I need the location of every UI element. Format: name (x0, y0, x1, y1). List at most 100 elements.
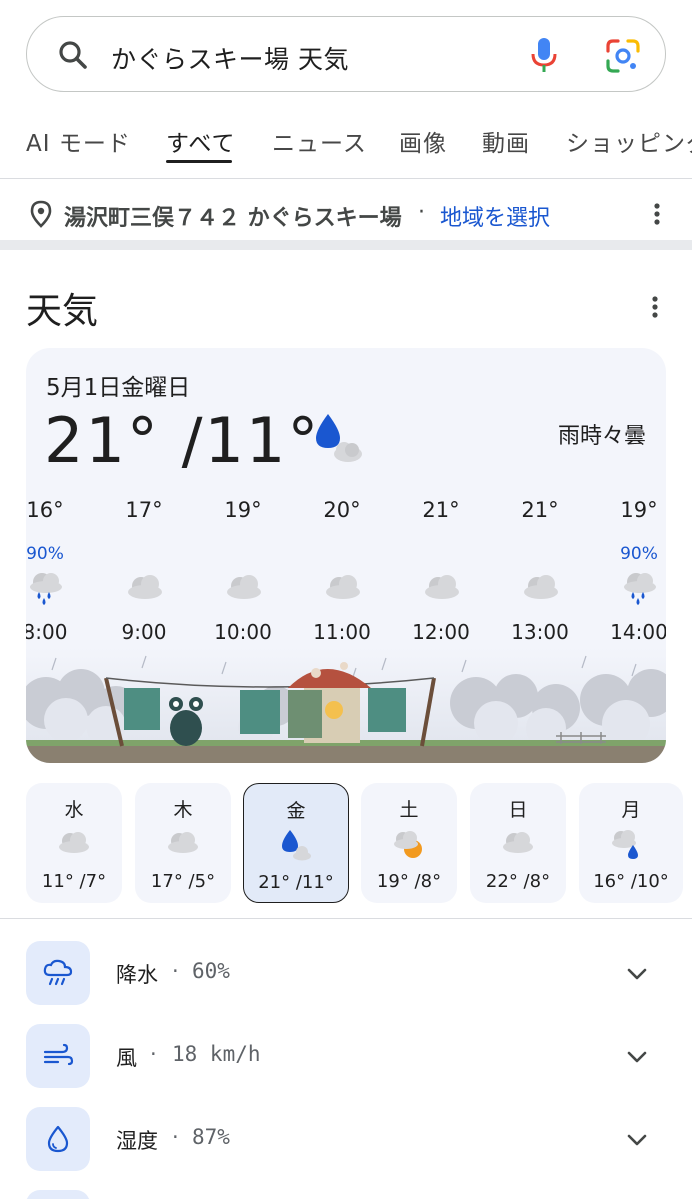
weather-illustration (26, 648, 666, 763)
hour-column[interactable]: 19° 10:00 (198, 498, 288, 648)
detail-separator: · (172, 1125, 179, 1149)
chevron-down-icon[interactable] (626, 1129, 648, 1151)
day-tile-selected[interactable]: 金 21° /11° (243, 783, 349, 903)
hour-temp: 19° (224, 498, 262, 522)
day-name: 金 (286, 800, 306, 822)
select-region-link[interactable]: 地域を選択 (440, 200, 550, 232)
condition-text: 雨時々曇 (558, 424, 647, 449)
hour-precip: 90% (620, 544, 658, 564)
hour-time: 11:00 (313, 620, 371, 644)
more-options-icon[interactable] (646, 200, 668, 228)
day-name: 日 (508, 799, 528, 821)
detail-value: 60% (192, 959, 230, 983)
rain-drop-cloud-icon (282, 830, 311, 861)
cloud-drop-icon (612, 830, 638, 859)
hour-column[interactable]: 19° 90% 14:00 (594, 498, 666, 648)
day-temp-range: 17° /5° (150, 871, 216, 892)
hour-column[interactable]: 17° 9:00 (99, 498, 189, 648)
chevron-down-icon[interactable] (626, 963, 648, 985)
hour-temp: 19° (620, 498, 658, 522)
day-tile[interactable]: 月 16° /10° (579, 783, 683, 903)
humidity-icon (47, 1125, 69, 1153)
temperature-range: 21° /11° (44, 404, 321, 477)
detail-row-humidity[interactable]: 湿度 · 87% (0, 1107, 692, 1173)
hour-time: 9:00 (121, 620, 167, 644)
day-temp-range: 19° /8° (376, 871, 442, 892)
cloud-icon (425, 575, 459, 599)
day-tile[interactable]: 木 17° /5° (135, 783, 231, 903)
tab-shopping[interactable]: ショッピング (566, 124, 692, 158)
precipitation-icon-box (26, 941, 90, 1005)
day-temp-range: 16° /10° (593, 871, 669, 892)
search-tabs: AI モード すべて ニュース 画像 動画 ショッピング (0, 112, 692, 172)
hour-precip: 90% (26, 544, 64, 564)
google-lens-icon[interactable] (605, 38, 641, 74)
day-tile[interactable]: 水 11° /7° (26, 783, 122, 903)
detail-label: 湿度 (116, 1129, 158, 1153)
details-divider (0, 918, 692, 919)
day-tile[interactable]: 日 22° /8° (470, 783, 566, 903)
hour-column[interactable]: 21° 13:00 (495, 498, 585, 648)
hour-column[interactable]: 20° 11:00 (297, 498, 387, 648)
day-name: 木 (173, 799, 193, 821)
day-name: 土 (399, 799, 419, 821)
hour-temp: 20° (323, 498, 361, 522)
detail-label: 風 (116, 1046, 137, 1070)
detail-row-wind[interactable]: 風 · 18 km/h (0, 1024, 692, 1090)
search-icon[interactable] (57, 39, 89, 71)
wind-icon (43, 1043, 74, 1066)
location-separator: · (418, 200, 425, 225)
tab-news[interactable]: ニュース (272, 124, 367, 158)
detail-icon-box (26, 1190, 90, 1199)
cloud-icon (227, 575, 261, 599)
day-name: 月 (621, 799, 641, 821)
humidity-icon-box (26, 1107, 90, 1171)
cloud-icon (524, 575, 558, 599)
detail-value: 18 km/h (172, 1042, 261, 1066)
detail-label: 降水 (116, 963, 158, 987)
weather-more-options-icon[interactable] (644, 293, 666, 321)
hour-time: 10:00 (214, 620, 272, 644)
hour-temp: 21° (521, 498, 559, 522)
cloud-icon (59, 832, 89, 853)
hour-column[interactable]: 16° 90% 8:00 (26, 498, 90, 648)
location-row: 湯沢町三俣７４２ かぐらスキー場 · 地域を選択 (0, 180, 692, 240)
microphone-icon[interactable] (527, 36, 561, 74)
tab-ai-mode[interactable]: AI モード (26, 124, 131, 158)
day-tile[interactable]: 土 19° /8° (361, 783, 457, 903)
location-pin-icon (30, 200, 52, 228)
hour-temp: 21° (422, 498, 460, 522)
rain-drop-cloud-icon (316, 414, 362, 462)
active-tab-indicator (166, 160, 232, 163)
day-temp-range: 22° /8° (485, 871, 551, 892)
rain-cloud-icon (624, 573, 656, 605)
detail-row-partial[interactable] (0, 1190, 692, 1199)
location-text: 湯沢町三俣７４２ かぐらスキー場 (64, 206, 402, 231)
cloud-icon (128, 575, 162, 599)
hour-time: 12:00 (412, 620, 470, 644)
detail-row-precipitation[interactable]: 降水 · 60% (0, 941, 692, 1007)
weather-title: 天気 (26, 291, 99, 332)
search-bar[interactable]: かぐらスキー場 天気 (26, 16, 666, 92)
day-temp-range: 21° /11° (258, 872, 334, 893)
hour-column[interactable]: 21° 12:00 (396, 498, 486, 648)
precipitation-icon (43, 959, 73, 986)
cloud-icon (168, 832, 198, 853)
cloud-icon (326, 575, 360, 599)
tab-images[interactable]: 画像 (399, 124, 447, 158)
detail-value: 87% (192, 1125, 230, 1149)
day-temp-range: 11° /7° (41, 871, 107, 892)
tabs-divider (0, 178, 692, 179)
weather-card: 5月1日金曜日 21° /11° 雨時々曇 16° 90% 8:00 17° 9… (26, 348, 666, 763)
tab-videos[interactable]: 動画 (482, 124, 530, 158)
chevron-down-icon[interactable] (626, 1046, 648, 1068)
tab-all[interactable]: すべて (166, 124, 235, 158)
cloud-icon (503, 832, 533, 853)
rain-cloud-icon (30, 573, 62, 605)
hour-time: 8:00 (26, 620, 68, 644)
search-input[interactable]: かぐらスキー場 天気 (111, 40, 349, 76)
detail-separator: · (172, 959, 179, 983)
detail-separator: · (150, 1042, 157, 1066)
day-name: 水 (64, 799, 84, 821)
hour-time: 13:00 (511, 620, 569, 644)
